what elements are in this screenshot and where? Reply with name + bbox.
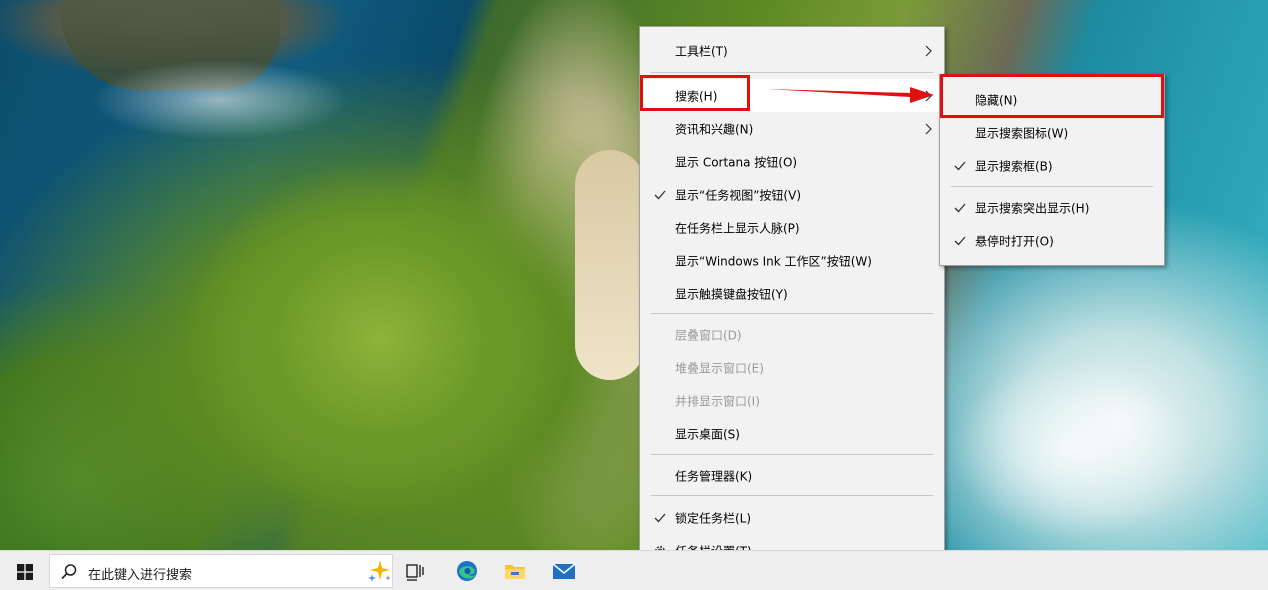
- menu-item-cortana-button[interactable]: 显示 Cortana 按钮(O): [641, 145, 943, 178]
- checkmark-icon: [654, 190, 666, 199]
- checkmark-icon: [954, 236, 966, 245]
- menu-separator: [951, 186, 1153, 187]
- menu-item-label: 显示 Cortana 按钮(O): [675, 155, 798, 169]
- menu-item-label: 显示搜索框(B): [975, 159, 1053, 173]
- file-explorer-icon: [505, 565, 525, 579]
- menu-item-stack-windows: 堆叠显示窗口(E): [641, 351, 943, 384]
- start-button[interactable]: [0, 551, 48, 590]
- menu-item-show-desktop[interactable]: 显示桌面(S): [641, 417, 943, 450]
- menu-item-label: 锁定任务栏(L): [675, 511, 752, 525]
- menu-item-side-by-side: 并排显示窗口(I): [641, 384, 943, 417]
- submenu-item-show-search-box[interactable]: 显示搜索框(B): [941, 149, 1163, 182]
- annotation-box-hide: [940, 74, 1164, 118]
- menu-item-label: 显示“任务视图”按钮(V): [675, 188, 802, 202]
- menu-item-label: 显示桌面(S): [675, 427, 740, 441]
- menu-item-label: 在任务栏上显示人脉(P): [675, 221, 800, 235]
- menu-separator: [651, 454, 933, 455]
- submenu-item-open-on-hover[interactable]: 悬停时打开(O): [941, 224, 1163, 257]
- task-view-button[interactable]: [395, 554, 435, 588]
- menu-item-windows-ink[interactable]: 显示“Windows Ink 工作区”按钮(W): [641, 244, 943, 277]
- menu-item-label: 资讯和兴趣(N): [675, 122, 754, 136]
- menu-item-task-view-button[interactable]: 显示“任务视图”按钮(V): [641, 178, 943, 211]
- menu-item-label: 显示搜索图标(W): [975, 126, 1069, 140]
- chevron-right-icon: [925, 123, 932, 134]
- menu-item-label: 层叠窗口(D): [675, 328, 742, 342]
- wallpaper-cliff-ridge: [120, 80, 640, 550]
- checkmark-icon: [954, 161, 966, 170]
- menu-item-people[interactable]: 在任务栏上显示人脉(P): [641, 211, 943, 244]
- menu-item-label: 显示搜索突出显示(H): [975, 201, 1090, 215]
- submenu-item-search-highlights[interactable]: 显示搜索突出显示(H): [941, 191, 1163, 224]
- mail-icon: [552, 563, 576, 579]
- menu-item-label: 并排显示窗口(I): [675, 394, 760, 408]
- menu-item-lock-taskbar[interactable]: 锁定任务栏(L): [641, 501, 943, 534]
- wallpaper-surf: [90, 60, 350, 140]
- wallpaper-beach: [575, 150, 645, 380]
- annotation-box-search: [640, 75, 750, 111]
- chevron-right-icon: [925, 45, 932, 56]
- menu-item-task-manager[interactable]: 任务管理器(K): [641, 459, 943, 492]
- sparkle-icon[interactable]: [368, 558, 392, 584]
- file-explorer-taskbar-button[interactable]: [495, 554, 535, 588]
- menu-item-label: 工具栏(T): [675, 44, 728, 58]
- menu-separator: [651, 313, 933, 314]
- checkmark-icon: [954, 203, 966, 212]
- windows-start-icon: [17, 564, 33, 580]
- wallpaper-surf: [950, 360, 1200, 540]
- menu-item-cascade-windows: 层叠窗口(D): [641, 318, 943, 351]
- menu-separator: [651, 72, 933, 73]
- menu-item-label: 悬停时打开(O): [975, 234, 1054, 248]
- search-icon: [61, 564, 77, 580]
- chevron-right-icon: [925, 90, 932, 101]
- taskbar-search-box[interactable]: 在此键入进行搜索: [49, 554, 393, 588]
- checkmark-icon: [654, 513, 666, 522]
- edge-icon: [457, 561, 477, 581]
- menu-item-toolbars[interactable]: 工具栏(T): [641, 34, 943, 67]
- menu-item-label: 显示“Windows Ink 工作区”按钮(W): [675, 254, 872, 268]
- menu-item-label: 任务管理器(K): [675, 469, 753, 483]
- submenu-item-show-search-icon[interactable]: 显示搜索图标(W): [941, 116, 1163, 149]
- menu-item-label: 堆叠显示窗口(E): [675, 361, 764, 375]
- menu-item-label: 显示触摸键盘按钮(Y): [675, 287, 788, 301]
- search-placeholder: 在此键入进行搜索: [88, 568, 193, 583]
- edge-taskbar-button[interactable]: [447, 554, 487, 588]
- task-view-icon: [406, 564, 424, 581]
- menu-separator: [651, 495, 933, 496]
- menu-item-touch-keyboard[interactable]: 显示触摸键盘按钮(Y): [641, 277, 943, 310]
- taskbar: 在此键入进行搜索: [0, 550, 1268, 590]
- mail-taskbar-button[interactable]: [544, 554, 584, 588]
- menu-item-news-interests[interactable]: 资讯和兴趣(N): [641, 112, 943, 145]
